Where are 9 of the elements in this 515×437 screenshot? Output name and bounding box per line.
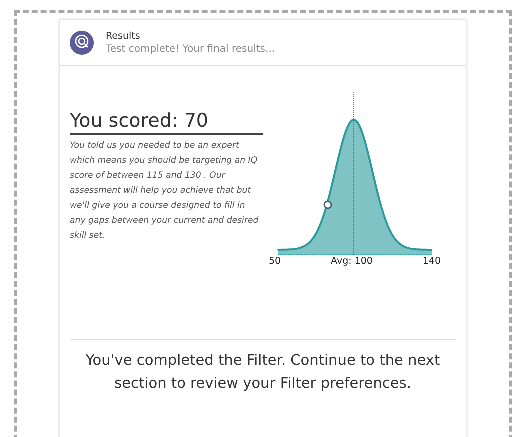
score-heading: You scored: 70 <box>70 110 263 135</box>
target-search-icon <box>70 30 94 54</box>
axis-label: Avg: 100 <box>331 256 373 267</box>
header-subtitle: Test complete! Your final results... <box>106 44 276 54</box>
axis-label: 50 <box>269 256 282 267</box>
axis-label: 140 <box>422 256 441 267</box>
completion-message: You've completed the Filter. Continue to the next section to review your Filter preferences. <box>84 352 442 394</box>
score-description: You told us you needed to be an expert which means you should be targeting an IQ score of between 115 and 130 . Our assessment will help you achieve that but we'll give you a course designed to fill in any gaps between your current and desired skill set. <box>70 140 260 243</box>
header-title: Results <box>106 30 142 42</box>
